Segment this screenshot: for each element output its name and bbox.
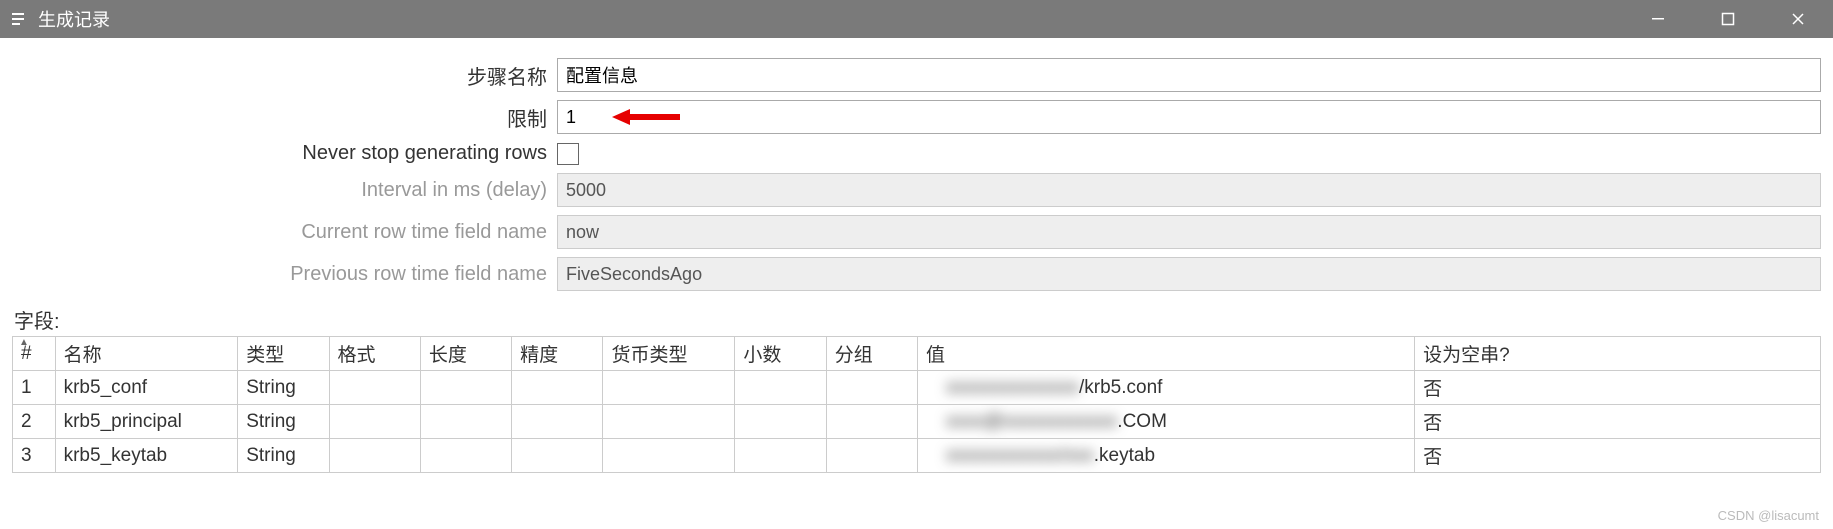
cell-precision[interactable] — [512, 439, 603, 473]
row-interval: Interval in ms (delay) — [12, 173, 1821, 207]
cell-index[interactable]: 2 — [13, 405, 56, 439]
cell-currency[interactable] — [603, 371, 735, 405]
cell-type[interactable]: String — [238, 439, 329, 473]
close-button[interactable] — [1763, 0, 1833, 38]
input-step-name[interactable] — [557, 58, 1821, 92]
cell-format[interactable] — [329, 371, 420, 405]
cell-setnull[interactable]: 否 — [1415, 439, 1821, 473]
label-current-row: Current row time field name — [12, 221, 557, 244]
col-header-setnull[interactable]: 设为空串? — [1415, 337, 1821, 371]
row-current-row: Current row time field name — [12, 215, 1821, 249]
label-never-stop: Never stop generating rows — [12, 142, 557, 165]
cell-group[interactable] — [826, 405, 917, 439]
cell-type[interactable]: String — [238, 371, 329, 405]
row-step-name: 步骤名称 — [12, 58, 1821, 92]
checkbox-never-stop[interactable] — [557, 143, 579, 165]
cell-value[interactable]: xxxxxxxxxxxxxx/krb5.conf — [918, 371, 1415, 405]
window-title: 生成记录 — [38, 6, 110, 32]
cell-decimal[interactable] — [735, 439, 826, 473]
table-row[interactable]: 3krb5_keytabString xxxxxxxxxxxx/xxx.keyta… — [13, 439, 1821, 473]
col-header-length[interactable]: 长度 — [420, 337, 511, 371]
cell-precision[interactable] — [512, 405, 603, 439]
cell-value[interactable]: xxxx@xxxxxxxxxxxx.COM — [918, 405, 1415, 439]
cell-format[interactable] — [329, 405, 420, 439]
col-header-precision[interactable]: 精度 — [512, 337, 603, 371]
cell-precision[interactable] — [512, 371, 603, 405]
maximize-button[interactable] — [1693, 0, 1763, 38]
cell-index[interactable]: 1 — [13, 371, 56, 405]
cell-format[interactable] — [329, 439, 420, 473]
row-limit: 限制 — [12, 100, 1821, 134]
label-step-name: 步骤名称 — [12, 61, 557, 90]
form-area: 步骤名称 限制 Never stop generating rows Inter… — [0, 38, 1833, 303]
cell-name[interactable]: krb5_keytab — [55, 439, 238, 473]
cell-name[interactable]: krb5_conf — [55, 371, 238, 405]
cell-setnull[interactable]: 否 — [1415, 371, 1821, 405]
input-previous-row — [557, 257, 1821, 291]
label-previous-row: Previous row time field name — [12, 263, 557, 286]
app-icon — [10, 9, 30, 29]
cell-name[interactable]: krb5_principal — [55, 405, 238, 439]
col-header-value[interactable]: 值 — [918, 337, 1415, 371]
cell-type[interactable]: String — [238, 405, 329, 439]
cell-currency[interactable] — [603, 439, 735, 473]
cell-currency[interactable] — [603, 405, 735, 439]
table-row[interactable]: 2krb5_principalString xxxx@xxxxxxxxxxxx.C… — [13, 405, 1821, 439]
col-header-name[interactable]: 名称 — [55, 337, 238, 371]
col-header-type[interactable]: 类型 — [238, 337, 329, 371]
col-header-currency[interactable]: 货币类型 — [603, 337, 735, 371]
input-current-row — [557, 215, 1821, 249]
minimize-button[interactable] — [1623, 0, 1693, 38]
table-header-row: ▲# 名称 类型 格式 长度 精度 货币类型 小数 分组 值 设为空串? — [13, 337, 1821, 371]
cell-setnull[interactable]: 否 — [1415, 405, 1821, 439]
sort-caret-icon: ▲ — [19, 337, 29, 348]
cell-length[interactable] — [420, 405, 511, 439]
label-interval: Interval in ms (delay) — [12, 179, 557, 202]
col-header-decimal[interactable]: 小数 — [735, 337, 826, 371]
cell-decimal[interactable] — [735, 405, 826, 439]
col-header-group[interactable]: 分组 — [826, 337, 917, 371]
cell-value[interactable]: xxxxxxxxxxxx/xxx.keytab — [918, 439, 1415, 473]
row-previous-row: Previous row time field name — [12, 257, 1821, 291]
col-header-index[interactable]: ▲# — [13, 337, 56, 371]
cell-group[interactable] — [826, 371, 917, 405]
input-interval — [557, 173, 1821, 207]
table-row[interactable]: 1krb5_confString xxxxxxxxxxxxxx/krb5.conf… — [13, 371, 1821, 405]
cell-group[interactable] — [826, 439, 917, 473]
cell-decimal[interactable] — [735, 371, 826, 405]
label-limit: 限制 — [12, 103, 557, 132]
fields-section-label: 字段: — [0, 303, 1833, 336]
cell-index[interactable]: 3 — [13, 439, 56, 473]
cell-length[interactable] — [420, 439, 511, 473]
fields-table: ▲# 名称 类型 格式 长度 精度 货币类型 小数 分组 值 设为空串? 1kr… — [12, 336, 1821, 473]
cell-length[interactable] — [420, 371, 511, 405]
titlebar: 生成记录 — [0, 0, 1833, 38]
fields-table-wrap: ▲# 名称 类型 格式 长度 精度 货币类型 小数 分组 值 设为空串? 1kr… — [0, 336, 1833, 473]
input-limit[interactable] — [557, 100, 1821, 134]
watermark: CSDN @lisacumt — [1718, 508, 1819, 523]
col-header-format[interactable]: 格式 — [329, 337, 420, 371]
row-never-stop: Never stop generating rows — [12, 142, 1821, 165]
